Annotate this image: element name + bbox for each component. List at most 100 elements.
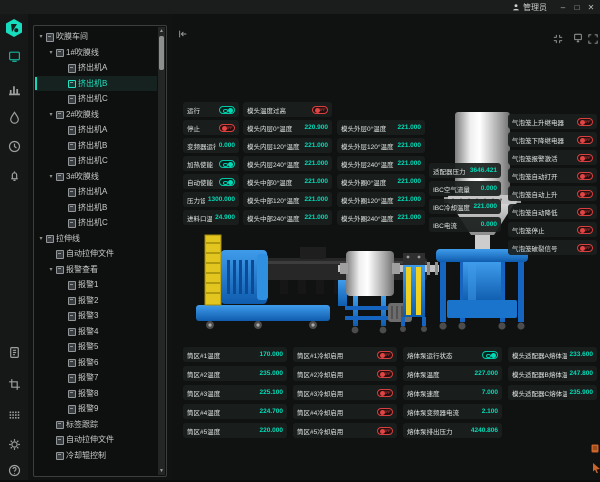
toggle-switch[interactable] (577, 136, 593, 144)
tree-item[interactable]: ▾1#吹膜线 (35, 45, 157, 61)
tree-item[interactable]: 挤出机B (35, 138, 157, 154)
screens-icon[interactable] (8, 50, 21, 63)
tree-item[interactable]: 报警1 (35, 277, 157, 293)
notification-icon[interactable] (591, 440, 599, 458)
value-field: IBC电流0.000 (429, 217, 501, 232)
toggle-switch[interactable] (577, 244, 593, 252)
tree-item[interactable]: ▾2#吹膜线 (35, 107, 157, 123)
tree-item[interactable]: 挤出机B (35, 200, 157, 216)
tree-item[interactable]: 挤出机C (35, 91, 157, 107)
toggle-switch[interactable] (219, 106, 235, 114)
clock-icon[interactable] (8, 140, 21, 153)
tree-item[interactable]: 报警2 (35, 293, 157, 309)
field-label: 筒区#1温度 (187, 350, 257, 360)
scroll-down-icon[interactable]: ▼ (158, 467, 165, 475)
alarm-bell-icon[interactable] (8, 169, 21, 182)
grid-icon[interactable] (8, 408, 21, 421)
toggle-field: 加热使能 (183, 156, 239, 171)
toggle-switch[interactable] (377, 408, 393, 416)
tree-item[interactable]: 标签跟踪 (35, 417, 157, 433)
toggle-switch[interactable] (482, 351, 498, 359)
tree-item[interactable]: ▾报警查看 (35, 262, 157, 278)
field-value: 221.000 (305, 214, 329, 221)
scrollbar-thumb[interactable] (159, 36, 164, 70)
tree-item[interactable]: 冷却辊控制 (35, 448, 157, 464)
sidebar-scrollbar[interactable]: ▲ ▼ (158, 27, 165, 475)
tree-item-label: 报警2 (78, 295, 98, 306)
frame-icon[interactable] (8, 378, 21, 391)
document-icon[interactable] (8, 346, 21, 359)
tree-item[interactable]: 报警5 (35, 339, 157, 355)
tree-item[interactable]: 挤出机C (35, 215, 157, 231)
toggle-switch[interactable] (219, 124, 235, 132)
caret-down-icon[interactable]: ▾ (37, 33, 45, 40)
caret-down-icon[interactable]: ▾ (37, 235, 45, 242)
value-field: 模头中部0°温度221.000 (243, 174, 332, 189)
maximize-button[interactable]: □ (570, 3, 584, 12)
tree-item[interactable]: 自动拉伸文件 (35, 432, 157, 448)
toggle-switch[interactable] (377, 351, 393, 359)
help-icon[interactable] (8, 464, 21, 477)
tree-item[interactable]: 报警9 (35, 401, 157, 417)
toggle-switch[interactable] (219, 160, 235, 168)
toggle-field: 自动使能 (183, 174, 239, 189)
toggle-switch[interactable] (577, 190, 593, 198)
tree-item[interactable]: 报警3 (35, 308, 157, 324)
toggle-switch[interactable] (377, 370, 393, 378)
tree-item[interactable]: 挤出机C (35, 153, 157, 169)
minimize-button[interactable]: – (556, 3, 570, 12)
toggle-switch[interactable] (377, 427, 393, 435)
tree-item[interactable]: ▾3#吹膜线 (35, 169, 157, 185)
caret-down-icon[interactable]: ▾ (47, 111, 55, 118)
value-field: 进料口温度24.900 (183, 210, 239, 225)
tree-item[interactable]: 报警6 (35, 355, 157, 371)
close-button[interactable]: ✕ (584, 3, 598, 12)
field-label: 压力设定值 (187, 195, 205, 205)
toggle-knob (580, 120, 585, 125)
toggle-switch[interactable] (377, 389, 393, 397)
app-logo-icon[interactable] (4, 18, 24, 38)
toggle-knob (580, 174, 585, 179)
tree-item[interactable]: 挤出机A (35, 122, 157, 138)
tree-item[interactable]: 自动拉伸文件 (35, 246, 157, 262)
toggle-switch[interactable] (312, 106, 328, 114)
monitor-icon[interactable] (573, 30, 583, 40)
toggle-field: 气泡笼上升继电器 (508, 114, 597, 129)
scroll-up-icon[interactable]: ▲ (158, 27, 165, 35)
tree-item[interactable]: 挤出机A (35, 60, 157, 76)
tree-item-label: 挤出机A (78, 124, 107, 135)
tree-item[interactable]: 报警4 (35, 324, 157, 340)
tree-item[interactable]: 报警8 (35, 386, 157, 402)
tree-item[interactable]: ▾吹膜车间 (35, 29, 157, 45)
caret-down-icon[interactable]: ▾ (47, 173, 55, 180)
tree-item[interactable]: 挤出机B (35, 76, 157, 92)
toggle-switch[interactable] (219, 178, 235, 186)
fit-screen-icon[interactable] (553, 31, 563, 41)
field-value: 0.000 (219, 142, 235, 149)
tree-item-label: 挤出机C (78, 93, 108, 104)
tree-item[interactable]: ▾拉伸线 (35, 231, 157, 247)
toggle-switch[interactable] (577, 208, 593, 216)
value-field: 模头外圈120°温度221.000 (337, 192, 425, 207)
toggle-switch[interactable] (577, 118, 593, 126)
toggle-field: 气泡笼破裂信号 (508, 240, 597, 255)
toggle-switch[interactable] (577, 154, 593, 162)
caret-down-icon[interactable]: ▾ (47, 49, 55, 56)
droplet-icon[interactable] (8, 111, 21, 124)
chart-icon[interactable] (8, 83, 21, 96)
caret-down-icon[interactable]: ▾ (47, 266, 55, 273)
value-field: 模头适配器A熔体温度233.600 (508, 347, 597, 362)
tree-item[interactable]: 挤出机A (35, 184, 157, 200)
toggle-knob (228, 162, 233, 167)
tree-item-label: 自动拉伸文件 (66, 248, 114, 259)
toggle-switch[interactable] (577, 226, 593, 234)
toggle-switch[interactable] (577, 172, 593, 180)
page-icon (67, 374, 75, 381)
expand-icon[interactable] (588, 31, 598, 41)
gear-icon[interactable] (8, 438, 21, 451)
tree-item[interactable]: 报警7 (35, 370, 157, 386)
collapse-sidebar-icon[interactable] (178, 26, 188, 36)
tree-item-label: 冷却辊控制 (66, 450, 106, 461)
page-icon (55, 452, 63, 459)
toggle-knob (580, 210, 585, 215)
